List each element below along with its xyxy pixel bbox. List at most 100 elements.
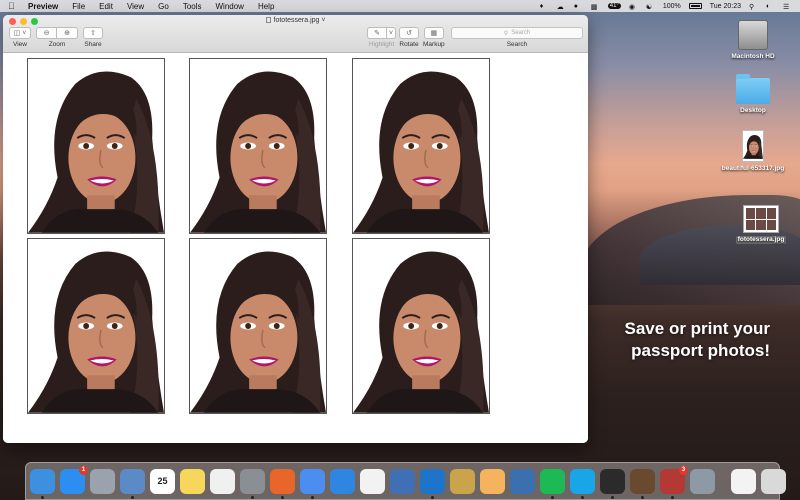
desktop-icon-macintosh-hd[interactable]: Macintosh HD	[718, 20, 788, 61]
running-indicator	[671, 495, 674, 499]
menu-app-name[interactable]: Preview	[28, 2, 58, 11]
menu-bar:  Preview File Edit View Go Tools Window…	[0, 0, 800, 12]
view-label: View	[13, 41, 27, 48]
clock[interactable]: Tue 20:23	[710, 3, 741, 10]
highlight-control[interactable]: ✎ ˅ Highlight	[367, 27, 396, 48]
running-indicator	[641, 495, 644, 499]
vscode-icon[interactable]	[420, 468, 445, 499]
running-indicator	[581, 495, 584, 499]
zoom-in-icon[interactable]: ⊕	[57, 27, 78, 39]
menu-edit[interactable]: Edit	[99, 2, 113, 11]
document-icon	[265, 17, 271, 23]
passport-photo[interactable]	[27, 238, 165, 414]
menu-status-icon[interactable]: ◉	[629, 3, 638, 11]
launchpad-icon[interactable]	[90, 468, 115, 494]
chevron-down-icon: ˅	[321, 17, 326, 24]
zoom-out-icon[interactable]: ⊖	[36, 27, 57, 39]
menu-tools[interactable]: Tools	[183, 2, 202, 11]
sidebar-icon[interactable]: ◫ ˅	[9, 27, 31, 39]
apple-menu-icon[interactable]: 	[8, 1, 18, 11]
cloud-icon[interactable]: ☁	[557, 3, 566, 11]
dropbox-icon[interactable]: ♦	[540, 3, 549, 10]
chrome-icon[interactable]	[300, 468, 325, 499]
menu-view[interactable]: View	[127, 2, 144, 11]
menu-file[interactable]: File	[72, 2, 85, 11]
rotate-control[interactable]: ↺ Rotate	[399, 27, 419, 48]
share-control[interactable]: ⇧ Share	[83, 27, 103, 48]
firefox-icon[interactable]	[270, 468, 295, 499]
menu-help[interactable]: Help	[258, 2, 274, 11]
running-indicator	[431, 495, 434, 499]
search-input[interactable]: ⚲ Search	[451, 27, 583, 39]
battery-icon[interactable]	[688, 3, 702, 9]
rotate-label: Rotate	[399, 41, 419, 48]
chevron-down-icon[interactable]: ˅	[387, 27, 396, 39]
markup-control[interactable]: ▦ Markup	[423, 27, 445, 48]
virtualbox-icon[interactable]	[510, 468, 535, 494]
desktop-icon-beautiful-jpg[interactable]: beautiful-653317.jpg	[718, 130, 788, 173]
temperature-indicator[interactable]: 41°	[607, 3, 621, 9]
photos-icon[interactable]	[360, 468, 385, 494]
siri-icon[interactable]: ◐	[766, 3, 775, 10]
menu-window[interactable]: Window	[216, 2, 244, 11]
running-indicator	[551, 495, 554, 499]
image-file-icon	[742, 130, 764, 162]
desktop-icon-fototessera-jpg[interactable]: fototessera.jpg	[726, 205, 796, 244]
highlight-label: Highlight	[368, 41, 395, 48]
highlighter-icon[interactable]: ✎	[367, 27, 387, 39]
document-canvas[interactable]	[3, 53, 588, 443]
calendar-icon[interactable]: 25	[150, 468, 175, 494]
ghost-icon[interactable]: ●	[574, 3, 583, 10]
wifi-icon[interactable]: ☯	[646, 3, 655, 11]
promo-line-1: Save or print your	[624, 319, 770, 338]
running-indicator	[41, 495, 44, 499]
folder-icon	[736, 74, 770, 104]
menu-go[interactable]: Go	[158, 2, 169, 11]
preview-icon[interactable]	[120, 468, 145, 499]
passport-photo[interactable]	[352, 58, 490, 234]
image-capture-icon[interactable]	[690, 468, 715, 494]
search-label: Search	[506, 41, 528, 48]
skype-icon[interactable]	[570, 468, 595, 499]
finder-icon[interactable]	[30, 468, 55, 499]
rotate-icon[interactable]: ↺	[399, 27, 419, 39]
running-indicator	[251, 495, 254, 499]
running-indicator	[611, 495, 614, 499]
photo-booth-icon[interactable]: 3	[660, 465, 688, 499]
terminal-icon[interactable]	[600, 468, 625, 499]
dock-app-text: 25	[157, 476, 168, 486]
mail-icon[interactable]	[480, 468, 505, 494]
notes-icon[interactable]	[180, 468, 205, 494]
calculator-icon[interactable]	[630, 468, 655, 499]
notification-center-icon[interactable]: ☰	[783, 3, 792, 11]
zoom-control[interactable]: ⊖ ⊕ Zoom	[36, 27, 78, 48]
image-file-icon	[743, 205, 779, 233]
hard-drive-icon	[738, 20, 768, 50]
trash-icon[interactable]	[761, 468, 786, 494]
battery-percent[interactable]: 100%	[663, 3, 681, 10]
app-store-icon[interactable]: 1	[60, 465, 88, 494]
toolbox-icon[interactable]: ▦	[423, 27, 444, 39]
safari-icon[interactable]	[330, 468, 355, 494]
tray-icon[interactable]: ▩	[591, 3, 600, 11]
window-title[interactable]: fototessera.jpg ˅	[3, 17, 588, 24]
passport-photo[interactable]	[189, 58, 327, 234]
running-indicator	[131, 495, 134, 499]
system-preferences-icon[interactable]	[240, 468, 265, 499]
search-control[interactable]: ⚲ Search Search	[451, 27, 583, 48]
search-icon: ⚲	[503, 30, 509, 37]
desktop-icon-desktop-folder[interactable]: Desktop	[718, 74, 788, 115]
share-icon[interactable]: ⇧	[83, 27, 103, 39]
spotlight-icon[interactable]: ⚲	[749, 3, 758, 11]
share-label: Share	[84, 41, 102, 48]
document-stack-icon[interactable]	[731, 468, 756, 494]
archive-icon[interactable]	[450, 468, 475, 494]
zoom-label: Zoom	[48, 41, 66, 48]
passport-photo[interactable]	[352, 238, 490, 414]
xcode-icon[interactable]	[390, 468, 415, 494]
passport-photo[interactable]	[189, 238, 327, 414]
view-control[interactable]: ◫ ˅ View	[9, 27, 31, 48]
spotify-icon[interactable]	[540, 468, 565, 499]
passport-photo[interactable]	[27, 58, 165, 234]
reminders-icon[interactable]	[210, 468, 235, 494]
